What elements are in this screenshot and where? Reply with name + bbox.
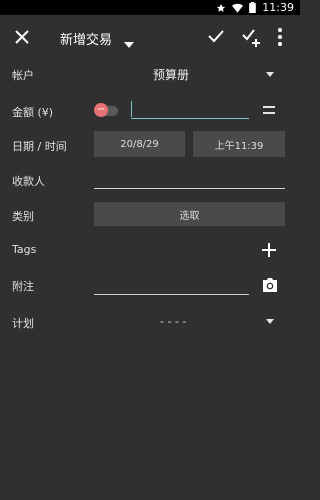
datetime-row: 日期 / 时间 20/8/29 上午11:39 <box>0 131 300 158</box>
plan-label: 计划 <box>12 317 34 330</box>
add-tag-icon[interactable] <box>262 242 276 261</box>
sign-toggle[interactable]: − <box>94 103 108 117</box>
payee-input[interactable] <box>94 188 285 189</box>
account-select[interactable]: 预算册 <box>153 66 189 83</box>
plan-dropdown-icon[interactable] <box>266 319 274 324</box>
battery-icon <box>249 2 257 13</box>
tags-row: Tags <box>0 240 300 260</box>
account-row: 帐户 预算册 <box>0 63 300 85</box>
tags-label: Tags <box>12 243 37 256</box>
camera-icon[interactable] <box>262 277 278 296</box>
app-bar: 新增交易 <box>0 15 300 59</box>
note-row: 附注 <box>0 275 300 297</box>
account-dropdown-icon[interactable] <box>266 72 274 77</box>
note-label: 附注 <box>12 280 34 293</box>
category-select-button[interactable]: 选取 <box>94 202 285 226</box>
amount-input[interactable] <box>131 118 249 119</box>
screen-title[interactable]: 新增交易 <box>60 29 112 48</box>
more-options-icon[interactable] <box>277 27 283 51</box>
category-label: 类别 <box>12 210 34 223</box>
star-icon <box>216 3 226 13</box>
plan-select[interactable]: - - - - <box>160 315 186 328</box>
status-time: 11:39 <box>262 1 294 14</box>
account-label: 帐户 <box>12 69 34 82</box>
plan-row: 计划 - - - - <box>0 312 300 332</box>
close-icon[interactable] <box>12 27 32 47</box>
chevron-down-icon[interactable] <box>124 33 134 52</box>
note-input[interactable] <box>94 294 249 295</box>
wifi-icon <box>232 3 244 13</box>
save-icon[interactable] <box>207 27 225 49</box>
category-row: 类别 选取 <box>0 202 300 226</box>
payee-row: 收款人 <box>0 171 300 191</box>
save-and-new-icon[interactable] <box>242 27 262 51</box>
amount-row: 金额 (¥) − <box>0 97 300 125</box>
payee-label: 收款人 <box>12 175 45 188</box>
time-button[interactable]: 上午11:39 <box>193 131 285 157</box>
amount-label: 金额 (¥) <box>12 106 54 119</box>
status-bar: 11:39 <box>0 0 300 15</box>
amount-caret <box>131 101 132 117</box>
datetime-label: 日期 / 时间 <box>12 140 67 153</box>
date-button[interactable]: 20/8/29 <box>94 131 185 157</box>
